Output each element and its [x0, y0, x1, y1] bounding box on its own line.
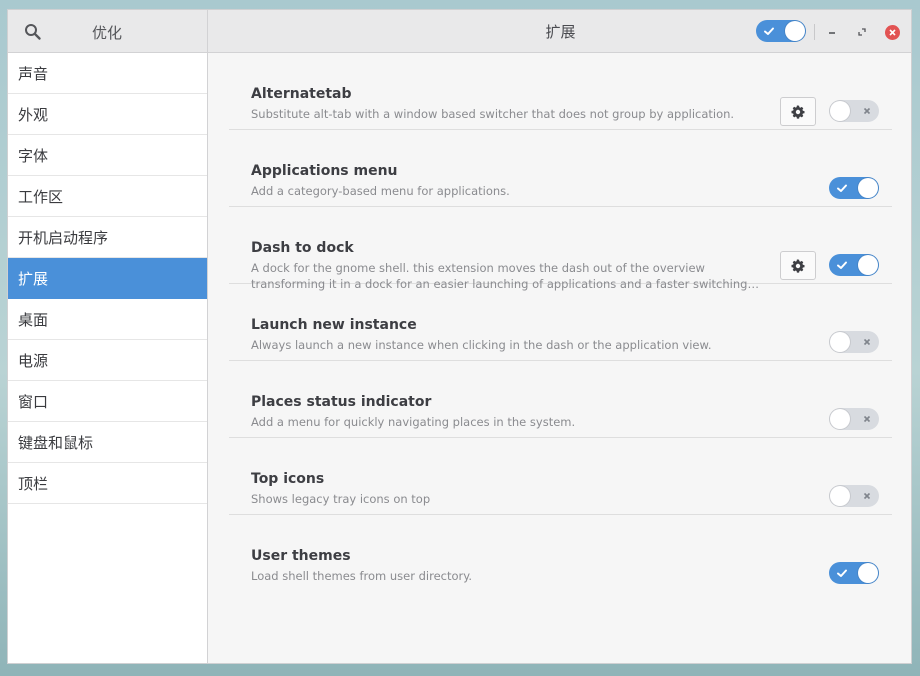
- page-title: 扩展: [545, 23, 576, 41]
- extension-row-dash-to-dock: Dash to dock A dock for the gnome shell.…: [229, 207, 892, 291]
- x-icon: [863, 415, 871, 423]
- x-icon: [863, 338, 871, 346]
- switch-knob: [858, 255, 878, 275]
- gear-icon: [791, 105, 805, 119]
- gear-icon: [791, 259, 805, 273]
- switch-knob: [830, 486, 850, 506]
- extension-row-applications-menu: Applications menu Add a category-based m…: [229, 130, 892, 207]
- check-icon: [837, 261, 847, 269]
- extensions-list: Alternatetab Substitute alt-tab with a w…: [209, 53, 911, 663]
- maximize-icon[interactable]: [853, 23, 871, 41]
- extension-row-places-status-indicator: Places status indicator Add a menu for q…: [229, 361, 892, 438]
- extension-description: Add a category-based menu for applicatio…: [251, 184, 510, 198]
- tweaks-window: 优化 扩展 声音 外观 字体 工作区 开机启动程序 扩展 桌面 电源 窗口 键盘…: [7, 9, 912, 664]
- extension-description: Always launch a new instance when clicki…: [251, 338, 712, 352]
- sidebar-item-desktop[interactable]: 桌面: [8, 299, 207, 340]
- switch-knob: [858, 563, 878, 583]
- app-title: 优化: [92, 24, 123, 42]
- check-icon: [837, 184, 847, 192]
- extension-toggle[interactable]: [829, 100, 879, 122]
- x-icon: [863, 107, 871, 115]
- extension-toggle[interactable]: [829, 177, 879, 199]
- extension-description: Substitute alt-tab with a window based s…: [251, 107, 735, 121]
- switch-knob: [830, 409, 850, 429]
- header-separator: [814, 24, 815, 40]
- switch-knob: [858, 178, 878, 198]
- sidebar-item-power[interactable]: 电源: [8, 340, 207, 381]
- extension-name: Alternatetab: [251, 86, 352, 102]
- extension-description: Add a menu for quickly navigating places…: [251, 415, 576, 429]
- extension-toggle[interactable]: [829, 485, 879, 507]
- extension-settings-button[interactable]: [780, 97, 816, 126]
- sidebar-item-windows[interactable]: 窗口: [8, 381, 207, 422]
- sidebar: 声音 外观 字体 工作区 开机启动程序 扩展 桌面 电源 窗口 键盘和鼠标 顶栏: [8, 53, 208, 663]
- sidebar-item-keyboard-mouse[interactable]: 键盘和鼠标: [8, 422, 207, 463]
- check-icon: [764, 27, 774, 35]
- extension-name: Launch new instance: [251, 317, 417, 333]
- extension-description: Shows legacy tray icons on top: [251, 492, 431, 506]
- header-left-pane: 优化: [8, 10, 208, 53]
- sidebar-item-fonts[interactable]: 字体: [8, 135, 207, 176]
- check-icon: [837, 569, 847, 577]
- switch-knob: [830, 101, 850, 121]
- extension-toggle[interactable]: [829, 562, 879, 584]
- sidebar-item-sound[interactable]: 声音: [8, 53, 207, 94]
- extension-row-launch-new-instance: Launch new instance Always launch a new …: [229, 284, 892, 361]
- sidebar-item-appearance[interactable]: 外观: [8, 94, 207, 135]
- minimize-icon[interactable]: [823, 23, 841, 41]
- sidebar-item-startup-applications[interactable]: 开机启动程序: [8, 217, 207, 258]
- search-icon[interactable]: [24, 23, 42, 41]
- extension-name: Top icons: [251, 471, 325, 487]
- switch-knob: [830, 332, 850, 352]
- extensions-master-switch[interactable]: [756, 20, 806, 42]
- extension-name: Places status indicator: [251, 394, 432, 410]
- sidebar-item-workspaces[interactable]: 工作区: [8, 176, 207, 217]
- x-icon: [863, 492, 871, 500]
- extension-row-alternatetab: Alternatetab Substitute alt-tab with a w…: [229, 53, 892, 130]
- sidebar-item-extensions[interactable]: 扩展: [8, 258, 207, 299]
- sidebar-item-top-bar[interactable]: 顶栏: [8, 463, 207, 504]
- extension-name: Dash to dock: [251, 240, 354, 256]
- extension-row-user-themes: User themes Load shell themes from user …: [229, 515, 892, 592]
- extension-toggle[interactable]: [829, 254, 879, 276]
- switch-knob: [785, 21, 805, 41]
- header-bar: 优化 扩展: [8, 10, 911, 53]
- extension-description: Load shell themes from user directory.: [251, 569, 473, 583]
- header-right-pane: 扩展: [208, 10, 911, 52]
- extension-name: User themes: [251, 548, 351, 564]
- extension-row-top-icons: Top icons Shows legacy tray icons on top: [229, 438, 892, 515]
- close-icon[interactable]: [883, 23, 901, 41]
- extension-toggle[interactable]: [829, 331, 879, 353]
- extension-name: Applications menu: [251, 163, 398, 179]
- extension-toggle[interactable]: [829, 408, 879, 430]
- extension-settings-button[interactable]: [780, 251, 816, 280]
